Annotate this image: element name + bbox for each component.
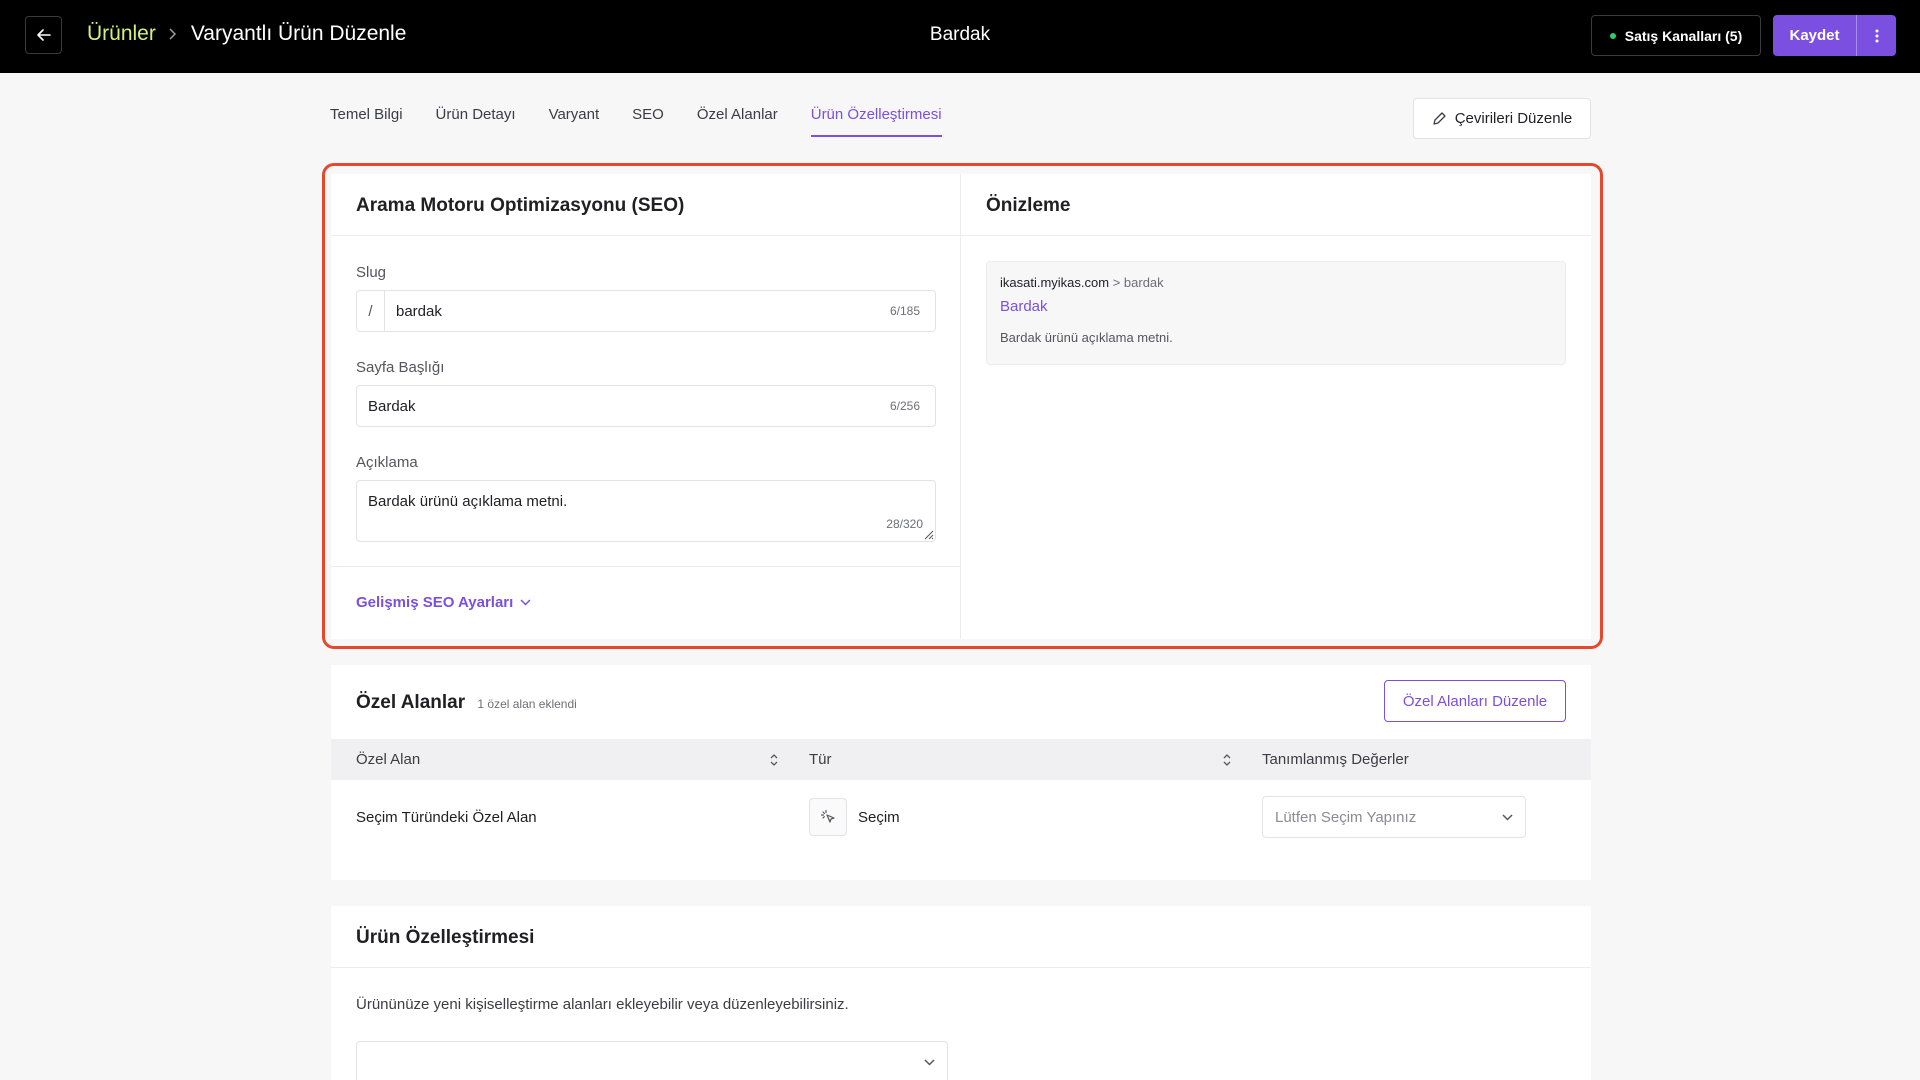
sort-icon[interactable] [769, 753, 779, 767]
advanced-seo-toggle[interactable]: Gelişmiş SEO Ayarları [356, 594, 531, 611]
preview-description: Bardak ürünü açıklama metni. [1000, 330, 1173, 345]
tab-custom-fields[interactable]: Özel Alanlar [697, 106, 778, 137]
custom-field-name: Seçim Türündeki Özel Alan [356, 809, 537, 826]
page-title-label: Sayfa Başlığı [356, 359, 445, 376]
arrow-left-icon [36, 29, 51, 41]
chevron-right-icon [168, 28, 177, 40]
preview-page-title: Bardak [1000, 298, 1048, 315]
pointer-click-icon [809, 798, 847, 836]
column-header-type: Tür [809, 751, 832, 768]
save-button[interactable]: Kaydet [1773, 15, 1856, 56]
preview-url: ikasati.myikas.com > bardak [1000, 275, 1552, 290]
more-vertical-icon [1875, 29, 1878, 42]
breadcrumb-current: Varyantlı Ürün Düzenle [190, 22, 407, 45]
slug-field[interactable]: / bardak 6/185 [356, 290, 936, 332]
custom-fields-title: Özel Alanlar [356, 692, 466, 713]
custom-fields-card: Özel Alanlar 1 özel alan eklendi Özel Al… [331, 665, 1591, 880]
description-counter: 28/320 [886, 517, 923, 531]
slug-counter: 6/185 [889, 304, 920, 318]
seo-card: Arama Motoru Optimizasyonu (SEO) Slug / … [331, 174, 1591, 639]
description-textarea[interactable]: Bardak ürünü açıklama metni. 28/320 [356, 480, 936, 542]
chevron-down-icon [520, 599, 531, 606]
page-title-input[interactable]: Bardak [357, 398, 890, 415]
select-placeholder: Lütfen Seçim Yapınız [1275, 808, 1417, 826]
page-title-counter: 6/256 [889, 399, 920, 413]
tab-basic-info[interactable]: Temel Bilgi [330, 106, 403, 137]
customization-select[interactable] [356, 1041, 948, 1080]
tab-bar: Temel Bilgi Ürün Detayı Varyant SEO Özel… [330, 106, 975, 137]
product-customization-title: Ürün Özelleştirmesi [331, 906, 1591, 968]
column-header-defined-values: Tanımlanmış Değerler [1262, 751, 1409, 768]
chevron-down-icon [1502, 813, 1513, 821]
breadcrumb-products-link[interactable]: Ürünler [87, 22, 156, 46]
resize-handle-icon[interactable] [922, 528, 934, 540]
defined-values-select[interactable]: Lütfen Seçim Yapınız [1262, 796, 1526, 838]
slug-input[interactable]: bardak [385, 303, 890, 320]
edit-translations-label: Çevirileri Düzenle [1454, 110, 1573, 127]
seo-form-panel: Arama Motoru Optimizasyonu (SEO) Slug / … [331, 174, 961, 639]
advanced-seo-label: Gelişmiş SEO Ayarları [356, 594, 514, 611]
tab-seo[interactable]: SEO [632, 106, 664, 137]
tab-variant[interactable]: Varyant [549, 106, 600, 137]
more-options-button[interactable] [1856, 15, 1896, 56]
product-customization-card: Ürün Özelleştirmesi Ürününüze yeni kişis… [331, 906, 1591, 1080]
tab-product-detail[interactable]: Ürün Detayı [436, 106, 516, 137]
back-button[interactable] [25, 16, 62, 54]
top-bar: Ürünler Varyantlı Ürün Düzenle Bardak Sa… [0, 0, 1920, 73]
edit-translations-button[interactable]: Çevirileri Düzenle [1413, 98, 1591, 139]
preview-title: Önizleme [961, 174, 1591, 236]
product-customization-description: Ürününüze yeni kişiselleştirme alanları … [356, 996, 849, 1013]
preview-path: > bardak [1112, 275, 1164, 290]
status-dot-icon [1609, 32, 1616, 39]
save-button-group: Kaydet [1773, 15, 1896, 56]
preview-domain: ikasati.myikas.com [1000, 275, 1110, 290]
sort-icon[interactable] [1222, 753, 1232, 767]
custom-fields-heading: Özel Alanlar 1 özel alan eklendi [356, 692, 577, 714]
tab-product-customization[interactable]: Ürün Özelleştirmesi [810, 106, 942, 137]
edit-custom-fields-button[interactable]: Özel Alanları Düzenle [1384, 680, 1566, 722]
custom-fields-count: 1 özel alan eklendi [477, 697, 577, 711]
breadcrumb: Ürünler Varyantlı Ürün Düzenle [87, 22, 406, 46]
page-title-field[interactable]: Bardak 6/256 [356, 385, 936, 427]
divider [331, 566, 960, 567]
column-header-custom-field: Özel Alan [356, 751, 421, 768]
table-header: Özel Alan Tür Tanımlanmış Değerler [331, 739, 1591, 780]
description-input[interactable]: Bardak ürünü açıklama metni. [368, 493, 567, 510]
seo-title: Arama Motoru Optimizasyonu (SEO) [331, 174, 960, 236]
chevron-down-icon [924, 1058, 935, 1066]
description-label: Açıklama [356, 454, 418, 471]
search-preview: ikasati.myikas.com > bardak Bardak Barda… [986, 261, 1566, 365]
slug-label: Slug [356, 264, 387, 281]
sales-channels-button[interactable]: Satış Kanalları (5) [1591, 15, 1761, 56]
pencil-icon [1433, 112, 1446, 125]
slug-prefix: / [357, 291, 385, 331]
seo-preview-panel: Önizleme ikasati.myikas.com > bardak Bar… [961, 174, 1591, 639]
custom-field-type: Seçim [858, 809, 900, 826]
sales-channels-label: Satış Kanalları (5) [1624, 27, 1743, 44]
